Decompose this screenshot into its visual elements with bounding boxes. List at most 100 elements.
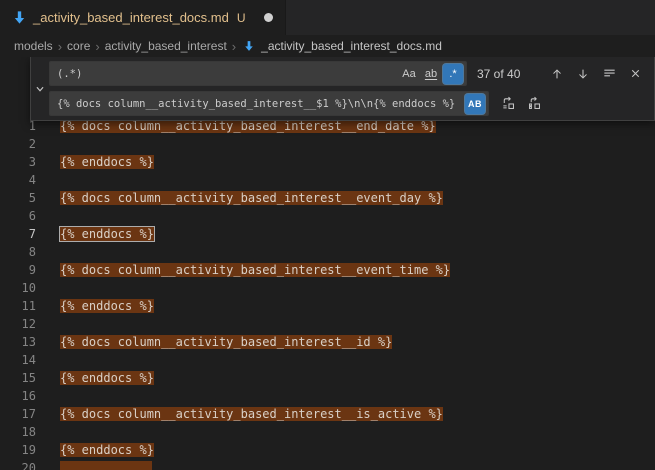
editor-line[interactable]: 17 {% docs column__activity_based_interes… — [0, 405, 655, 423]
find-match-highlight: {% enddocs %} — [60, 299, 154, 313]
editor-line[interactable]: 8 — [0, 243, 655, 261]
tab-bar: _activity_based_interest_docs.md U — [0, 0, 655, 35]
find-match-highlight: {% enddocs %} — [60, 155, 154, 169]
line-number: 17 — [0, 405, 48, 423]
breadcrumb-item-models[interactable]: models — [14, 39, 53, 53]
find-input[interactable] — [57, 68, 397, 80]
line-number: 6 — [0, 207, 48, 225]
find-match-highlight: {% docs column__activity_based_interest_… — [60, 407, 443, 421]
code-line — [48, 207, 60, 225]
find-row: Aa ab .* 37 of 40 — [49, 61, 646, 86]
find-match-highlight: {% enddocs %} — [60, 227, 154, 241]
unsaved-changes-dot[interactable] — [264, 13, 273, 22]
git-status-badge: U — [237, 11, 246, 25]
line-number: 15 — [0, 369, 48, 387]
chevron-right-icon: › — [232, 39, 236, 54]
tab-filename: _activity_based_interest_docs.md — [33, 10, 229, 25]
code-line: {% docs column__activity_based_interest_… — [48, 261, 450, 279]
find-input-box: Aa ab .* — [49, 61, 467, 86]
editor-pane[interactable]: Aa ab .* 37 of 40 — [0, 57, 655, 470]
replace-button[interactable] — [497, 93, 519, 115]
breadcrumb-item-core[interactable]: core — [67, 39, 90, 53]
editor-line[interactable]: 15 {% enddocs %} — [0, 369, 655, 387]
find-match-highlight: {% docs column__activity_based_interest_… — [60, 335, 392, 349]
find-results-count: 37 of 40 — [477, 67, 520, 81]
breadcrumb-item-activity-based-interest[interactable]: activity_based_interest — [105, 39, 227, 53]
find-match-highlight: {% docs column__activity_based_interest_… — [60, 119, 436, 133]
line-number: 20 — [0, 459, 48, 470]
breadcrumb-item-file[interactable]: _activity_based_interest_docs.md — [261, 39, 442, 53]
toggle-replace-chevron[interactable] — [31, 61, 49, 116]
editor-line[interactable]: 12 — [0, 315, 655, 333]
code-line — [48, 279, 60, 297]
line-number: 14 — [0, 351, 48, 369]
code-line: {% enddocs %} — [48, 225, 154, 243]
find-in-selection-button[interactable] — [598, 63, 620, 85]
code-line — [48, 315, 60, 333]
replace-all-button[interactable] — [523, 93, 545, 115]
editor-line[interactable]: 14 — [0, 351, 655, 369]
vscode-window: _activity_based_interest_docs.md U model… — [0, 0, 655, 470]
editor-line[interactable]: 10 — [0, 279, 655, 297]
line-number: 2 — [0, 135, 48, 153]
match-case-button[interactable]: Aa — [399, 64, 419, 84]
editor-line[interactable]: 20 — [0, 459, 655, 470]
code-line — [48, 423, 60, 441]
regex-button[interactable]: .* — [443, 64, 463, 84]
line-number: 19 — [0, 441, 48, 459]
line-number: 10 — [0, 279, 48, 297]
line-number: 11 — [0, 297, 48, 315]
line-number: 13 — [0, 333, 48, 351]
line-number: 8 — [0, 243, 48, 261]
line-number: 9 — [0, 261, 48, 279]
find-match-highlight: {% enddocs %} — [60, 443, 154, 457]
find-match-highlight: {% enddocs %} — [60, 371, 154, 385]
find-match-highlight: {% docs column__activity_based_interest_… — [60, 263, 450, 277]
code-line: {% enddocs %} — [48, 369, 154, 387]
line-number: 16 — [0, 387, 48, 405]
code-line — [48, 243, 60, 261]
previous-match-button[interactable] — [546, 63, 568, 85]
editor-line[interactable]: 19 {% enddocs %} — [0, 441, 655, 459]
code-line — [48, 135, 60, 153]
line-number: 12 — [0, 315, 48, 333]
replace-input-box: AB — [49, 91, 489, 116]
code-line: {% docs column__activity_based_interest_… — [48, 189, 443, 207]
code-line: {% enddocs %} — [48, 153, 154, 171]
whole-word-button[interactable]: ab — [421, 64, 441, 84]
editor-line[interactable]: 11 {% enddocs %} — [0, 297, 655, 315]
preserve-case-button[interactable]: AB — [465, 94, 485, 114]
editor-line[interactable]: 16 — [0, 387, 655, 405]
editor-line[interactable]: 7 {% enddocs %} — [0, 225, 655, 243]
editor-line[interactable]: 2 — [0, 135, 655, 153]
markdown-file-icon — [12, 10, 27, 25]
line-number: 5 — [0, 189, 48, 207]
line-number: 4 — [0, 171, 48, 189]
editor-line[interactable]: 13 {% docs column__activity_based_interes… — [0, 333, 655, 351]
code-line: {% docs column__activity_based_interest_… — [48, 405, 443, 423]
find-widget: Aa ab .* 37 of 40 — [30, 57, 655, 121]
replace-input[interactable] — [57, 98, 463, 110]
code-line: {% enddocs %} — [48, 297, 154, 315]
editor-line[interactable]: 18 — [0, 423, 655, 441]
editor-line[interactable]: 6 — [0, 207, 655, 225]
editor-line[interactable]: 3 {% enddocs %} — [0, 153, 655, 171]
breadcrumb: models › core › activity_based_interest … — [0, 35, 655, 57]
tab-activity-docs[interactable]: _activity_based_interest_docs.md U — [0, 0, 286, 35]
code-line: {% enddocs %} — [48, 441, 154, 459]
editor-line[interactable]: 4 — [0, 171, 655, 189]
line-number: 3 — [0, 153, 48, 171]
editor-line[interactable]: 9 {% docs column__activity_based_interest… — [0, 261, 655, 279]
chevron-right-icon: › — [95, 39, 99, 54]
find-match-highlight — [60, 461, 152, 470]
code-line — [48, 459, 152, 470]
editor-line[interactable]: 5{% docs column__activity_based_interest… — [0, 189, 655, 207]
close-find-widget-button[interactable] — [624, 63, 646, 85]
markdown-file-icon — [243, 40, 255, 52]
code-line: {% docs column__activity_based_interest_… — [48, 333, 392, 351]
code-line — [48, 387, 60, 405]
next-match-button[interactable] — [572, 63, 594, 85]
code-line — [48, 351, 60, 369]
replace-row: AB — [49, 91, 646, 116]
line-number: 7 — [0, 225, 48, 243]
